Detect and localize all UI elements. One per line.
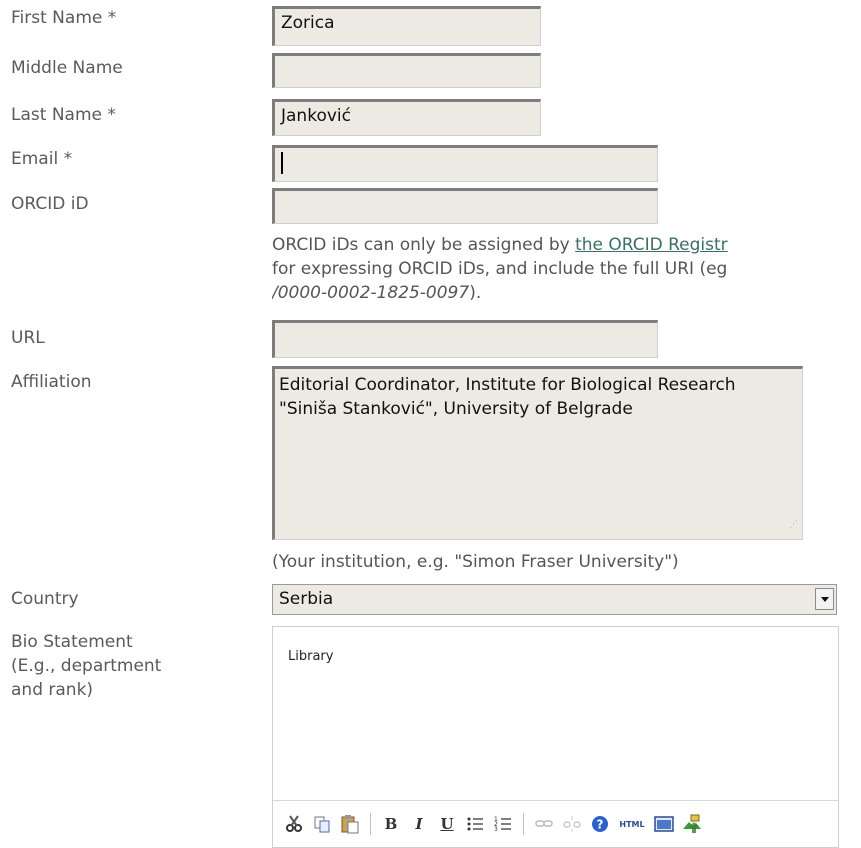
middle-name-input[interactable] <box>272 53 541 88</box>
middle-name-label: Middle Name <box>11 58 123 78</box>
toolbar-separator <box>370 813 371 835</box>
svg-text:3: 3 <box>494 826 498 833</box>
orcid-help-line-2: for expressing ORCID iDs, and include th… <box>272 259 728 279</box>
svg-text:?: ? <box>597 818 604 832</box>
italic-icon[interactable]: I <box>408 813 430 835</box>
dropdown-arrow-icon[interactable] <box>815 588 834 610</box>
link-icon[interactable] <box>533 813 555 835</box>
underline-icon[interactable]: U <box>436 813 458 835</box>
fullscreen-icon[interactable] <box>653 813 675 835</box>
editor-toolbar: B I U 123 ? HTML <box>273 800 838 847</box>
orcid-help-line-3: /0000-0002-1825-0097). <box>272 283 482 303</box>
bio-rich-text-editor[interactable]: Library B I U 123 ? HTML <box>272 626 839 848</box>
country-select[interactable]: Serbia <box>272 584 837 615</box>
image-icon[interactable] <box>681 813 703 835</box>
email-input[interactable] <box>272 145 658 182</box>
orcid-input[interactable] <box>272 188 658 224</box>
orcid-label: ORCID iD <box>11 194 89 214</box>
cut-icon[interactable] <box>283 813 305 835</box>
bullet-list-icon[interactable] <box>464 813 486 835</box>
text-caret <box>281 152 283 174</box>
bio-editor-content[interactable]: Library <box>288 649 333 664</box>
numbered-list-icon[interactable]: 123 <box>492 813 514 835</box>
resize-grip-icon[interactable]: ⋰ <box>789 513 798 537</box>
last-name-input[interactable]: Janković <box>272 99 541 136</box>
first-name-input[interactable]: Zorica <box>272 6 541 46</box>
orcid-help-line-1: ORCID iDs can only be assigned by the OR… <box>272 235 728 255</box>
affiliation-label: Affiliation <box>11 372 92 392</box>
copy-icon[interactable] <box>311 813 333 835</box>
url-input[interactable] <box>272 320 658 358</box>
paste-icon[interactable] <box>339 813 361 835</box>
unlink-icon[interactable] <box>561 813 583 835</box>
toolbar-separator <box>523 813 524 835</box>
url-label: URL <box>11 328 45 348</box>
country-label: Country <box>11 589 79 609</box>
email-label: Email * <box>11 149 73 169</box>
last-name-label: Last Name * <box>11 105 116 125</box>
bio-label-line-1: Bio Statement <box>11 632 133 652</box>
orcid-registry-link[interactable]: the ORCID Registr <box>575 235 728 255</box>
affiliation-text: Editorial Coordinator, Institute for Bio… <box>279 375 736 419</box>
affiliation-textarea[interactable]: Editorial Coordinator, Institute for Bio… <box>272 366 803 540</box>
bold-icon[interactable]: B <box>380 813 402 835</box>
bio-label-line-2: (E.g., department <box>11 656 162 676</box>
first-name-label: First Name * <box>11 8 117 28</box>
html-icon[interactable]: HTML <box>617 813 647 835</box>
help-icon[interactable]: ? <box>589 813 611 835</box>
bio-label-line-3: and rank) <box>11 680 94 700</box>
affiliation-help: (Your institution, e.g. "Simon Fraser Un… <box>272 552 679 572</box>
